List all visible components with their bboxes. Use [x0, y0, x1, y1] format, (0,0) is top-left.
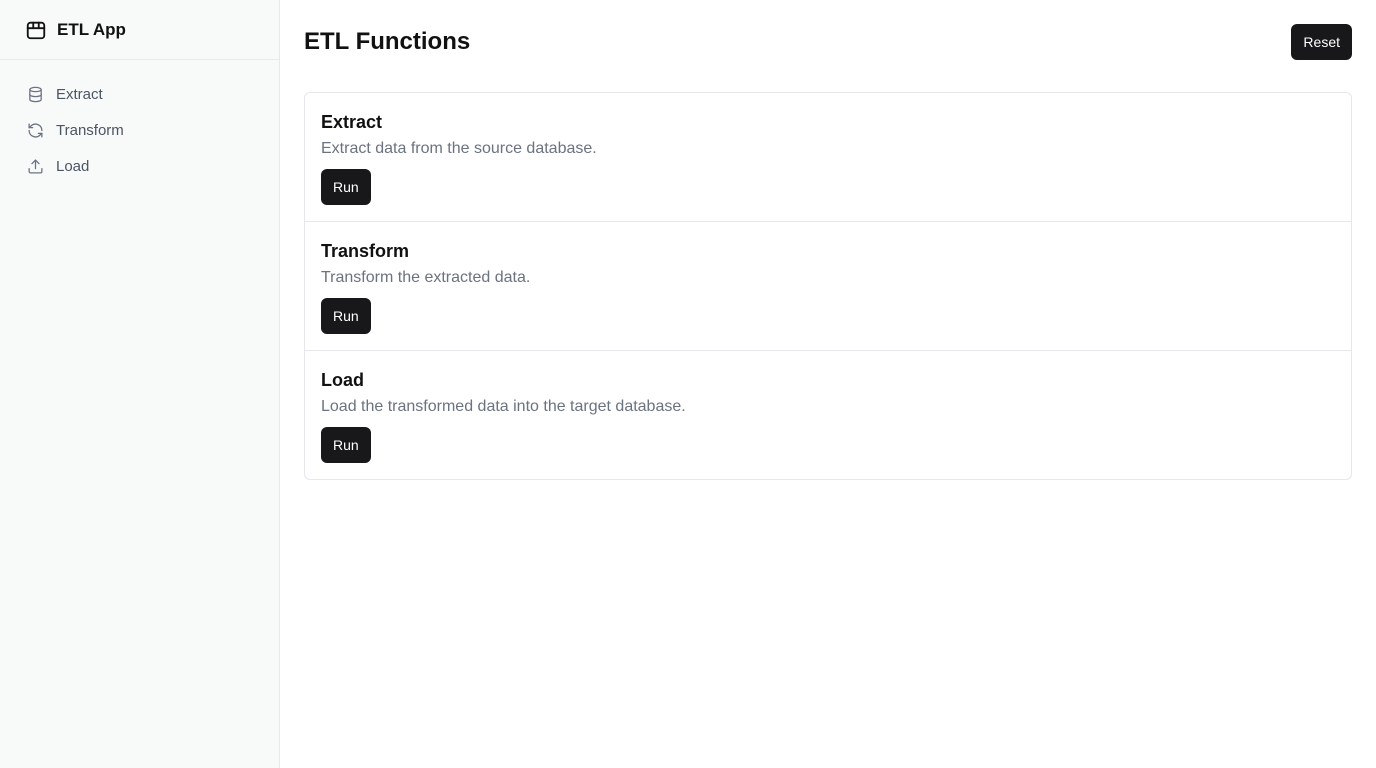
- function-row-extract: Extract Extract data from the source dat…: [305, 93, 1351, 222]
- run-extract-button[interactable]: Run: [321, 169, 371, 205]
- function-title: Load: [321, 370, 364, 390]
- function-title: Transform: [321, 241, 410, 261]
- function-title: Extract: [321, 112, 383, 132]
- app-root: ETL App Extract Transform Load ETL Funct…: [0, 0, 1376, 768]
- brand[interactable]: ETL App: [0, 0, 279, 60]
- upload-icon: [27, 158, 44, 175]
- run-load-button[interactable]: Run: [321, 427, 371, 463]
- reset-button[interactable]: Reset: [1291, 24, 1352, 60]
- function-description: Extract data from the source database.: [321, 140, 597, 157]
- page-header: ETL Functions Reset: [304, 24, 1352, 60]
- page-title: ETL Functions: [304, 28, 471, 55]
- sidebar-item-extract[interactable]: Extract: [0, 76, 279, 112]
- function-row-load: Load Load the transformed data into the …: [305, 351, 1351, 479]
- function-description: Load the transformed data into the targe…: [321, 398, 686, 415]
- sidebar-item-load[interactable]: Load: [0, 148, 279, 184]
- function-row-transform: Transform Transform the extracted data. …: [305, 222, 1351, 351]
- sidebar-item-label: Transform: [56, 121, 124, 139]
- sidebar-item-transform[interactable]: Transform: [0, 112, 279, 148]
- package-icon: [25, 19, 47, 41]
- run-transform-button[interactable]: Run: [321, 298, 371, 334]
- main-content: ETL Functions Reset Extract Extract data…: [280, 0, 1376, 768]
- function-description: Transform the extracted data.: [321, 269, 531, 286]
- sidebar-item-label: Extract: [56, 85, 103, 103]
- sidebar-item-label: Load: [56, 157, 90, 175]
- database-icon: [27, 86, 44, 103]
- sidebar: ETL App Extract Transform Load: [0, 0, 280, 768]
- app-title: ETL App: [57, 19, 126, 39]
- refresh-icon: [27, 122, 44, 139]
- functions-card: Extract Extract data from the source dat…: [304, 92, 1352, 480]
- sidebar-nav: Extract Transform Load: [0, 60, 279, 184]
